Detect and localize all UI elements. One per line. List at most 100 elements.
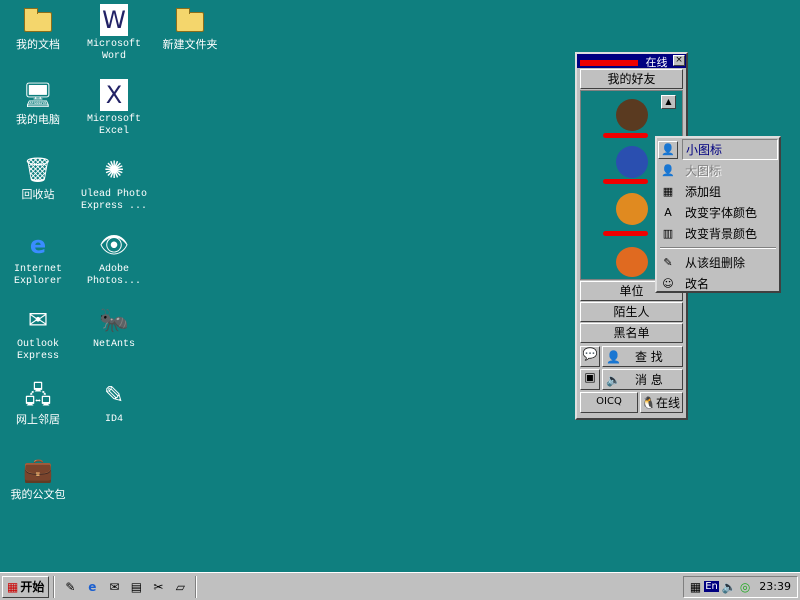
menu-item-background-color[interactable]: ▥ 改变背景颜色 bbox=[658, 223, 778, 244]
group-blacklist[interactable]: 黑名单 bbox=[580, 323, 683, 343]
netants-icon: 🐜 bbox=[99, 306, 129, 334]
group-my-friends[interactable]: 我的好友 bbox=[580, 69, 683, 89]
friend-avatar[interactable] bbox=[616, 146, 648, 178]
friend-avatar[interactable] bbox=[616, 193, 648, 225]
delete-icon: ✎ bbox=[663, 256, 673, 269]
volume-icon[interactable]: 🔈 bbox=[722, 580, 737, 594]
friend-avatar[interactable] bbox=[616, 247, 648, 277]
background-color-icon: ▥ bbox=[662, 227, 674, 240]
desktop-icon-label: 我的公文包 bbox=[10, 488, 66, 501]
divider bbox=[53, 575, 56, 598]
desktop-icon-label: Adobe Photos... bbox=[86, 264, 141, 287]
window-quicklaunch-icon[interactable]: ▤ bbox=[127, 578, 145, 596]
menu-separator bbox=[660, 247, 776, 249]
redacted-username bbox=[580, 60, 638, 66]
speaker-icon: 🔈 bbox=[606, 372, 621, 387]
desktop-icon-label: Microsoft Excel bbox=[86, 114, 141, 137]
status-label: 在线 bbox=[655, 396, 680, 410]
close-button[interactable]: × bbox=[673, 55, 685, 66]
friend-avatar[interactable] bbox=[616, 99, 648, 131]
messages-button[interactable]: 🔈 消 息 bbox=[602, 369, 683, 390]
menu-item-font-color[interactable]: A 改变字体颜色 bbox=[658, 202, 778, 223]
desktop-icon-ie[interactable]: e Internet Explorer bbox=[0, 229, 76, 288]
font-color-icon: A bbox=[664, 206, 672, 219]
menu-item-label: 大图标 bbox=[685, 164, 722, 178]
word-icon: W bbox=[100, 4, 128, 36]
desktop-icon-label: Microsoft Word bbox=[86, 39, 141, 62]
pda-quicklaunch-icon[interactable]: ▱ bbox=[171, 578, 189, 596]
ie-quicklaunch-icon[interactable]: e bbox=[83, 578, 101, 596]
ime-indicator[interactable]: En bbox=[704, 581, 719, 592]
menu-item-delete[interactable]: ✎ 从该组删除 bbox=[658, 252, 778, 273]
desktop-icon-ulead[interactable]: ✺ Ulead Photo Express ... bbox=[76, 154, 152, 213]
menu-item-label: 改名 bbox=[685, 277, 710, 291]
desktop-icon-my-computer[interactable]: 🖥 我的电脑 bbox=[0, 79, 76, 126]
menu-item-label: 从该组删除 bbox=[685, 256, 746, 270]
menu-item-label: 改变背景颜色 bbox=[685, 227, 758, 241]
find-button[interactable]: 👤 查 找 bbox=[602, 346, 683, 367]
desktop-icon-photoshop[interactable]: 👁 Adobe Photos... bbox=[76, 229, 152, 288]
briefcase-icon: 💼 bbox=[23, 456, 53, 484]
desktop-icon-label: 网上邻居 bbox=[16, 413, 60, 426]
id4-icon: ✎ bbox=[103, 381, 125, 409]
redacted-name bbox=[603, 133, 648, 138]
desktop-icon-label: Outlook Express bbox=[16, 339, 59, 362]
status-button[interactable]: 🐧 在线 bbox=[640, 392, 683, 413]
desktop-icon-id4[interactable]: ✎ ID4 bbox=[76, 379, 152, 426]
menu-item-label: 改变字体颜色 bbox=[685, 206, 758, 220]
find-icon: 👤 bbox=[606, 349, 621, 364]
network-icon: 🖧 bbox=[24, 381, 52, 409]
scheduler-icon[interactable]: ▦ bbox=[690, 580, 701, 594]
large-icon-icon: 👤 bbox=[661, 164, 675, 177]
scroll-up-button[interactable]: ▲ bbox=[661, 95, 676, 109]
oicq-menu-button[interactable]: OICQ bbox=[580, 392, 638, 413]
id4-quicklaunch-icon[interactable]: ✂ bbox=[149, 578, 167, 596]
menu-item-rename[interactable]: ☺ 改名 bbox=[658, 273, 778, 294]
excel-icon: X bbox=[100, 79, 128, 111]
desktop-icon-label: Internet Explorer bbox=[13, 264, 62, 287]
menu-item-label: 小图标 bbox=[682, 139, 778, 160]
desktop-icon-netants[interactable]: 🐜 NetAnts bbox=[76, 304, 152, 351]
desktop-icon-label: Ulead Photo Express ... bbox=[80, 189, 147, 212]
desktop-icon-label: ID4 bbox=[104, 414, 123, 425]
start-button[interactable]: ▦ 开始 bbox=[2, 575, 50, 598]
desktop-icon-label: 我的电脑 bbox=[16, 113, 60, 126]
desktop-icon-briefcase[interactable]: 💼 我的公文包 bbox=[0, 454, 76, 501]
desktop-icon-network[interactable]: 🖧 网上邻居 bbox=[0, 379, 76, 426]
desktop-icon-my-documents[interactable]: 我的文档 bbox=[0, 4, 76, 51]
desktop-icon-recycle-bin[interactable]: 🗑 回收站 bbox=[0, 154, 76, 201]
find-label: 查 找 bbox=[634, 350, 663, 364]
chat-icon[interactable]: 💬 bbox=[580, 346, 600, 367]
redacted-name bbox=[603, 179, 648, 184]
menu-item-add-group[interactable]: ▦ 添加组 bbox=[658, 181, 778, 202]
taskbar: ▦ 开始 ✎ e ✉ ▤ ✂ ▱ ▦ En 🔈 ◎ 23:39 bbox=[0, 572, 800, 600]
desktop-icon-folder[interactable]: 新建文件夹 bbox=[152, 4, 228, 51]
menu-item-small-icon[interactable]: 👤 小图标 bbox=[658, 139, 778, 160]
my-documents-icon bbox=[22, 4, 54, 36]
desktop-icon-excel[interactable]: X Microsoft Excel bbox=[76, 79, 152, 138]
menu-item-large-icon: 👤 大图标 bbox=[658, 160, 778, 181]
group-strangers[interactable]: 陌生人 bbox=[580, 302, 683, 322]
rename-icon: ☺ bbox=[662, 277, 674, 290]
start-label: 开始 bbox=[20, 580, 45, 594]
window-title: 在线 bbox=[645, 56, 668, 69]
system-tray: ▦ En 🔈 ◎ 23:39 bbox=[682, 575, 798, 598]
outlook-quicklaunch-icon[interactable]: ✉ bbox=[105, 578, 123, 596]
network-tray-icon[interactable]: ◎ bbox=[740, 580, 750, 594]
add-group-icon: ▦ bbox=[662, 185, 674, 198]
clock: 23:39 bbox=[759, 580, 791, 593]
context-menu: 👤 小图标 👤 大图标 ▦ 添加组 A 改变字体颜色 ▥ 改变背景颜色 ✎ 从该组删除 ☺ 改名 bbox=[655, 136, 781, 293]
messages-label: 消 息 bbox=[634, 373, 663, 387]
title-bar[interactable]: 在线 × bbox=[577, 54, 686, 69]
show-desktop-icon[interactable]: ✎ bbox=[61, 578, 79, 596]
desktop-icon-label: 回收站 bbox=[21, 188, 55, 201]
desktop-icon-word[interactable]: W Microsoft Word bbox=[76, 4, 152, 63]
photoshop-icon: 👁 bbox=[98, 231, 130, 259]
desktop-icon-outlook[interactable]: ✉ Outlook Express bbox=[0, 304, 76, 363]
redacted-name bbox=[603, 231, 648, 236]
penguin-icon: 🐧 bbox=[641, 395, 656, 410]
desktop-icon-label: 新建文件夹 bbox=[162, 38, 218, 51]
small-icon-icon: 👤 bbox=[658, 140, 678, 159]
system-icon[interactable]: ▣ bbox=[580, 369, 600, 390]
windows-logo-icon: ▦ bbox=[7, 579, 19, 594]
